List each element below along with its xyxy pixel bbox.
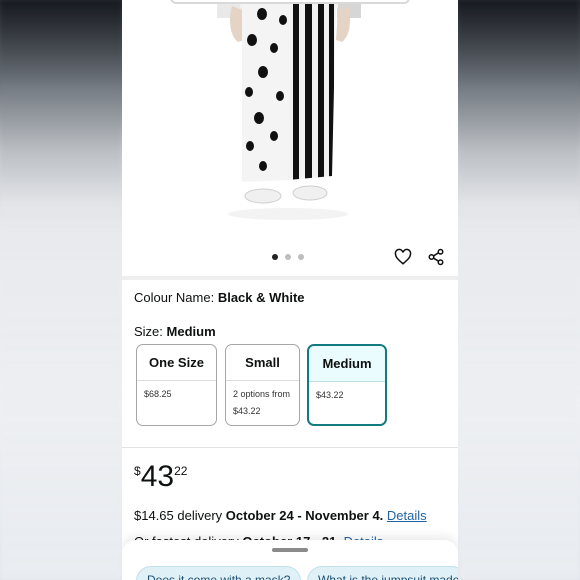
delivery-info: $14.65 delivery October 24 - November 4.… xyxy=(134,508,427,523)
size-option-name: Small xyxy=(226,345,299,381)
price-currency: $ xyxy=(134,464,141,478)
delivery-cost: $14.65 delivery xyxy=(134,508,223,523)
colour-value: Black & White xyxy=(217,290,305,305)
image-carousel-dots[interactable] xyxy=(272,254,304,260)
size-row: Size: Medium xyxy=(134,324,216,339)
delivery-details-link[interactable]: Details xyxy=(387,508,427,523)
clown-costume-illustration xyxy=(217,0,361,220)
size-option-price-line: $68.25 xyxy=(144,389,172,399)
size-option-price: 2 options from $43.22 xyxy=(226,381,299,425)
heart-icon[interactable] xyxy=(394,248,412,266)
colour-label: Colour Name: xyxy=(134,290,215,305)
product-page: Colour Name: Black & White Size: Medium … xyxy=(122,0,458,580)
size-value: Medium xyxy=(166,324,216,339)
size-option-price: $43.22 xyxy=(309,382,385,409)
background-blur-left xyxy=(0,0,122,580)
questions-sheet[interactable]: Does it come with a mask? What is the ju… xyxy=(122,540,458,580)
price-whole: 43 xyxy=(140,460,175,493)
background-blur-right xyxy=(458,0,580,580)
carousel-dot[interactable] xyxy=(285,254,291,260)
status-pill xyxy=(170,0,410,4)
carousel-dot[interactable] xyxy=(272,254,278,260)
size-option-price-line: $43.22 xyxy=(233,406,261,416)
colour-name-row: Colour Name: Black & White xyxy=(134,290,305,305)
sheet-grabber-handle[interactable] xyxy=(272,548,308,552)
question-chip[interactable]: What is the jumpsuit made of? xyxy=(307,566,458,580)
product-image[interactable] xyxy=(122,0,458,236)
size-option-name: One Size xyxy=(137,345,216,381)
size-option-medium[interactable]: Medium $43.22 xyxy=(307,344,387,426)
size-option-one-size[interactable]: One Size $68.25 xyxy=(136,344,217,426)
carousel-dot[interactable] xyxy=(298,254,304,260)
share-icon[interactable] xyxy=(427,248,445,266)
product-price: $ 43 22 xyxy=(134,460,187,494)
question-chip[interactable]: Does it come with a mask? xyxy=(136,566,301,580)
delivery-dates: October 24 - November 4. xyxy=(225,508,384,523)
size-option-name: Medium xyxy=(309,346,385,382)
price-fraction: 22 xyxy=(174,464,188,478)
size-option-small[interactable]: Small 2 options from $43.22 xyxy=(225,344,300,426)
size-option-price-line: 2 options from xyxy=(233,389,291,399)
size-option-price-line: $43.22 xyxy=(316,390,344,400)
section-divider xyxy=(122,447,458,448)
section-divider xyxy=(122,276,458,280)
size-label: Size: xyxy=(134,324,163,339)
size-option-price: $68.25 xyxy=(137,381,216,408)
